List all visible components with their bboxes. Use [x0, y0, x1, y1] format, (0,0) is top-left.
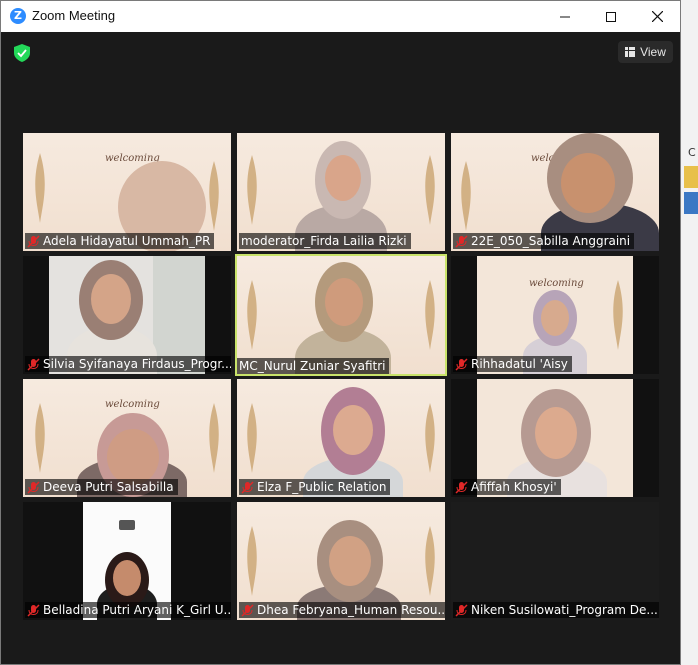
participant-face — [535, 407, 577, 459]
participant-name-label: MC_Nurul Zuniar Syafitri — [237, 358, 390, 374]
maximize-icon — [606, 11, 616, 22]
meeting-video-area: View welcoming Adela Hidayatul Ummah_PR … — [1, 32, 680, 664]
video-tile[interactable]: welcoming Deeva Putri Salsabilla — [23, 379, 231, 497]
leaf-decoration — [613, 280, 623, 350]
participant-name-label: 22E_050_Sabilla Anggraini — [453, 233, 635, 249]
participant-name-label: Niken Susilowati_Program De... — [453, 602, 659, 618]
leaf-decoration — [425, 155, 435, 225]
muted-mic-icon — [455, 357, 468, 371]
participant-name: Rihhadatul 'Aisy — [471, 357, 568, 371]
participant-name: moderator_Firda Lailia Rizki — [241, 234, 407, 248]
leaf-decoration — [247, 280, 257, 350]
participant-name: Adela Hidayatul Ummah_PR — [43, 234, 211, 248]
participant-face — [561, 153, 615, 213]
participant-face — [333, 405, 373, 455]
muted-mic-icon — [27, 234, 40, 248]
video-tile[interactable]: Afiffah Khosyi' — [451, 379, 659, 497]
video-tile[interactable]: welcoming 22E_050_Sabilla Anggraini — [451, 133, 659, 251]
zoom-logo-icon: Z — [10, 8, 26, 24]
zoom-meeting-window: Z Zoom Meeting View welcoming Adela Hida… — [0, 0, 681, 665]
participant-name: MC_Nurul Zuniar Syafitri — [239, 359, 386, 373]
participant-name-label: Silvia Syifanaya Firdaus_Progr... — [25, 356, 231, 372]
leaf-decoration — [425, 280, 435, 350]
participant-name-label: Belladina Putri Aryani K_Girl U... — [25, 602, 231, 618]
participant-name-label: Deeva Putri Salsabilla — [25, 479, 178, 495]
video-tile[interactable]: welcoming Rihhadatul 'Aisy — [451, 256, 659, 374]
participant-name: Dhea Febryana_Human Resou... — [257, 603, 445, 617]
desktop-edge-yellow — [684, 166, 698, 188]
video-tile[interactable]: Dhea Febryana_Human Resou... — [237, 502, 445, 620]
participant-face — [329, 536, 371, 586]
muted-mic-icon — [27, 480, 40, 494]
video-tile[interactable]: Elza F_Public Relation — [237, 379, 445, 497]
participant-face — [91, 274, 131, 324]
participant-name-label: Dhea Febryana_Human Resou... — [239, 602, 445, 618]
video-tile-active-speaker[interactable]: MC_Nurul Zuniar Syafitri — [235, 254, 447, 376]
participant-name-label: Elza F_Public Relation — [239, 479, 391, 495]
minimize-icon — [560, 16, 570, 17]
video-tile[interactable]: moderator_Firda Lailia Rizki — [237, 133, 445, 251]
video-tile-camera-off[interactable]: Niken Susilowati_Program De... — [451, 502, 659, 620]
participant-face — [325, 278, 363, 326]
video-tile[interactable]: Silvia Syifanaya Firdaus_Progr... — [23, 256, 231, 374]
video-tile[interactable]: Belladina Putri Aryani K_Girl U... — [23, 502, 231, 620]
desktop-background — [681, 0, 698, 665]
muted-mic-icon — [455, 480, 468, 494]
leaf-decoration — [247, 155, 257, 225]
welcome-background-text: welcoming — [529, 278, 584, 289]
muted-mic-icon — [241, 480, 254, 494]
leaf-decoration — [35, 153, 45, 223]
view-button[interactable]: View — [618, 41, 673, 63]
leaf-decoration — [247, 403, 257, 473]
muted-mic-icon — [455, 234, 468, 248]
participant-name: Silvia Syifanaya Firdaus_Progr... — [43, 357, 231, 371]
leaf-decoration — [425, 403, 435, 473]
leaf-decoration — [209, 403, 219, 473]
muted-mic-icon — [27, 603, 40, 617]
participant-face — [113, 560, 141, 596]
leaf-decoration — [247, 526, 257, 596]
close-button[interactable] — [634, 1, 680, 32]
participant-name: 22E_050_Sabilla Anggraini — [471, 234, 631, 248]
close-icon — [651, 11, 663, 22]
minimize-button[interactable] — [542, 1, 588, 32]
participant-name: Belladina Putri Aryani K_Girl U... — [43, 603, 231, 617]
participant-name: Niken Susilowati_Program De... — [471, 603, 658, 617]
leaf-decoration — [35, 403, 45, 473]
participant-face — [541, 300, 569, 336]
muted-mic-icon — [241, 603, 254, 617]
title-bar[interactable]: Z Zoom Meeting — [1, 1, 680, 32]
participant-name-label: Adela Hidayatul Ummah_PR — [25, 233, 215, 249]
participant-face — [107, 429, 159, 485]
maximize-button[interactable] — [588, 1, 634, 32]
video-tile[interactable]: welcoming Adela Hidayatul Ummah_PR — [23, 133, 231, 251]
participant-name: Deeva Putri Salsabilla — [43, 480, 174, 494]
view-label: View — [640, 45, 666, 59]
muted-mic-icon — [27, 357, 40, 371]
leaf-decoration — [425, 526, 435, 596]
desktop-edge-blue — [684, 192, 698, 214]
participant-name-label: moderator_Firda Lailia Rizki — [239, 233, 411, 249]
desktop-edge-text: C — [688, 146, 696, 159]
participant-face — [325, 155, 361, 201]
shield-check-icon[interactable] — [14, 44, 30, 62]
grid-icon — [625, 47, 636, 57]
participant-name: Afiffah Khosyi' — [471, 480, 557, 494]
participant-name-label: Afiffah Khosyi' — [453, 479, 561, 495]
participant-name: Elza F_Public Relation — [257, 480, 387, 494]
window-title: Zoom Meeting — [32, 8, 116, 23]
welcome-background-text: welcoming — [105, 399, 160, 410]
muted-mic-icon — [455, 603, 468, 617]
leaf-decoration — [461, 161, 471, 231]
participant-name-label: Rihhadatul 'Aisy — [453, 356, 572, 372]
ceiling-object — [119, 520, 135, 530]
